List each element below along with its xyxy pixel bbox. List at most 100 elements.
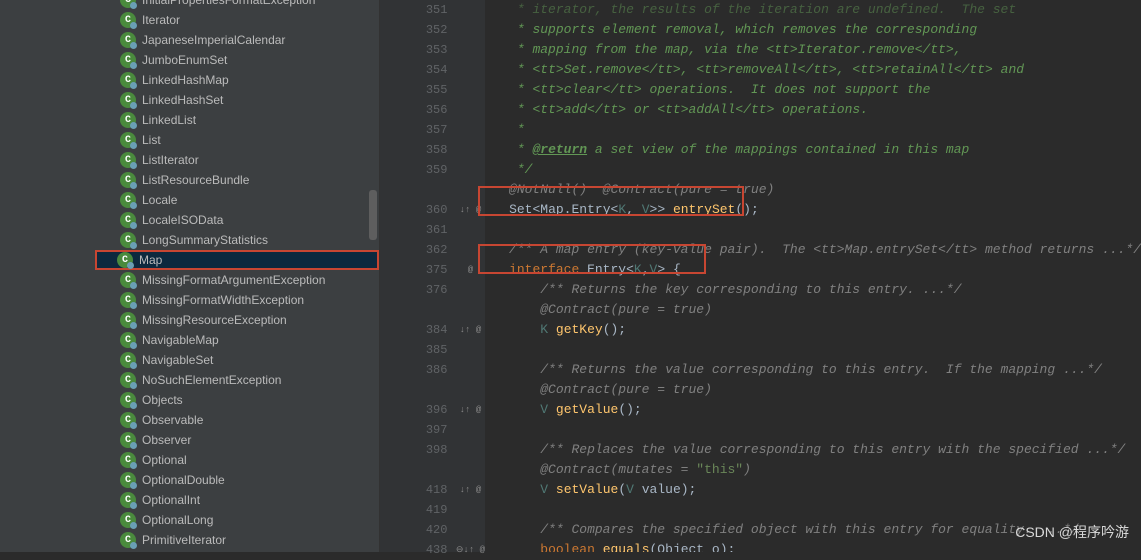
code-line[interactable]: * (493, 120, 1141, 140)
code-line[interactable]: * @return a set view of the mappings con… (493, 140, 1141, 160)
gutter-marker[interactable]: ↓↑ @ (455, 200, 485, 220)
line-number: 358 (380, 140, 447, 160)
code-line[interactable]: * supports element removal, which remove… (493, 20, 1141, 40)
code-line[interactable]: K getKey(); (493, 320, 1141, 340)
line-number: 351 (380, 0, 447, 20)
class-icon: C (120, 512, 136, 528)
tree-item-label: List (142, 133, 161, 147)
code-line[interactable]: V getValue(); (493, 400, 1141, 420)
tree-item-label: Locale (142, 193, 177, 207)
code-editor[interactable]: 3513523533543553563573583593603613623753… (380, 0, 1141, 552)
code-line[interactable]: * <tt>clear</tt> operations. It does not… (493, 80, 1141, 100)
tree-item-optionalint[interactable]: COptionalInt (100, 490, 379, 510)
class-icon: C (120, 412, 136, 428)
code-line[interactable]: */ (493, 160, 1141, 180)
tree-item-optionaldouble[interactable]: COptionalDouble (100, 470, 379, 490)
gutter-marker (455, 220, 485, 240)
tree-item-list[interactable]: C List (100, 130, 379, 150)
tree-item-label: NoSuchElementException (142, 373, 281, 387)
tree-item-map[interactable]: C Map (95, 250, 379, 270)
class-icon: C (120, 212, 136, 228)
code-line[interactable] (493, 340, 1141, 360)
tree-item-label: OptionalLong (142, 513, 213, 527)
line-number (380, 460, 447, 480)
tree-item-label: Objects (142, 393, 183, 407)
project-tree-sidebar[interactable]: CInitialPropertiesFormatExceptionCIterat… (0, 0, 380, 552)
code-line[interactable]: interface Entry<K,V> { (493, 260, 1141, 280)
line-number: 384 (380, 320, 447, 340)
tree-item-localeisodata[interactable]: C LocaleISOData (100, 210, 379, 230)
tree-item-label: Optional (142, 453, 187, 467)
line-number: 396 (380, 400, 447, 420)
tree-item-linkedhashmap[interactable]: CLinkedHashMap (100, 70, 379, 90)
tree-item-label: Map (139, 253, 162, 267)
code-line[interactable]: @Contract(pure = true) (493, 300, 1141, 320)
code-line[interactable] (493, 220, 1141, 240)
code-line[interactable]: * mapping from the map, via the <tt>Iter… (493, 40, 1141, 60)
tree-item-longsummarystatistics[interactable]: CLongSummaryStatistics (100, 230, 379, 250)
line-number (380, 300, 447, 320)
code-line[interactable]: /** Returns the value corresponding to t… (493, 360, 1141, 380)
tree-item-primitiveiterator[interactable]: CPrimitiveIterator (100, 530, 379, 550)
tree-item-missingformatargumentexception[interactable]: CMissingFormatArgumentException (100, 270, 379, 290)
gutter-marker[interactable]: ↓↑ @ (455, 320, 485, 340)
tree-item-linkedlist[interactable]: CLinkedList (100, 110, 379, 130)
tree-item-japaneseimperialcalendar[interactable]: CJapaneseImperialCalendar (100, 30, 379, 50)
tree-item-label: ListIterator (142, 153, 199, 167)
tree-item-missingresourceexception[interactable]: CMissingResourceException (100, 310, 379, 330)
code-line[interactable]: @NotNull() @Contract(pure = true) (493, 180, 1141, 200)
tree-item-optionallong[interactable]: C OptionalLong (100, 510, 379, 530)
code-line[interactable] (493, 500, 1141, 520)
tree-item-objects[interactable]: CObjects (100, 390, 379, 410)
watermark-text: CSDN @程序吟游 (1015, 522, 1129, 542)
code-line[interactable]: * iterator, the results of the iteration… (493, 0, 1141, 20)
code-content[interactable]: * iterator, the results of the iteration… (485, 0, 1141, 552)
line-number: 397 (380, 420, 447, 440)
tree-item-linkedhashset[interactable]: CLinkedHashSet (100, 90, 379, 110)
class-icon: C (120, 152, 136, 168)
tree-item-navigablemap[interactable]: CNavigableMap (100, 330, 379, 350)
code-line[interactable] (493, 420, 1141, 440)
class-icon: C (120, 0, 136, 8)
gutter-marker (455, 40, 485, 60)
code-line[interactable]: * <tt>Set.remove</tt>, <tt>removeAll</tt… (493, 60, 1141, 80)
code-line[interactable]: @Contract(mutates = "this") (493, 460, 1141, 480)
tree-item-initialpropertiesformatexception[interactable]: CInitialPropertiesFormatException (100, 0, 379, 10)
gutter-marker (455, 20, 485, 40)
code-line[interactable]: /** Returns the key corresponding to thi… (493, 280, 1141, 300)
tree-item-locale[interactable]: CLocale (100, 190, 379, 210)
class-icon: C (120, 132, 136, 148)
class-icon: C (117, 252, 133, 268)
tree-item-missingformatwidthexception[interactable]: CMissingFormatWidthException (100, 290, 379, 310)
code-line[interactable]: @Contract(pure = true) (493, 380, 1141, 400)
code-line[interactable]: * <tt>add</tt> or <tt>addAll</tt> operat… (493, 100, 1141, 120)
gutter-marker[interactable]: ↓↑ @ (455, 480, 485, 500)
tree-item-listresourcebundle[interactable]: CListResourceBundle (100, 170, 379, 190)
sidebar-scrollbar[interactable] (369, 190, 377, 240)
class-icon: C (120, 272, 136, 288)
tree-item-observable[interactable]: CObservable (100, 410, 379, 430)
tree-item-label: LinkedList (142, 113, 196, 127)
tree-item-listiterator[interactable]: C ListIterator (100, 150, 379, 170)
tree-item-navigableset[interactable]: CNavigableSet (100, 350, 379, 370)
code-line[interactable]: /** Replaces the value corresponding to … (493, 440, 1141, 460)
tree-item-nosuchelementexception[interactable]: CNoSuchElementException (100, 370, 379, 390)
line-number: 356 (380, 100, 447, 120)
tree-item-label: MissingFormatWidthException (142, 293, 304, 307)
code-line[interactable]: V setValue(V value); (493, 480, 1141, 500)
tree-item-label: LocaleISOData (142, 213, 223, 227)
tree-item-iterator[interactable]: CIterator (100, 10, 379, 30)
gutter-marker (455, 180, 485, 200)
code-line[interactable]: /** A map entry (key-value pair). The <t… (493, 240, 1141, 260)
gutter-icons[interactable]: ↓↑ @@↓↑ @↓↑ @↓↑ @⊖↓↑ @ (455, 0, 485, 552)
tree-item-observer[interactable]: CObserver (100, 430, 379, 450)
code-line[interactable]: Set<Map.Entry<K, V>> entrySet(); (493, 200, 1141, 220)
tree-item-jumboenumset[interactable]: CJumboEnumSet (100, 50, 379, 70)
gutter-marker (455, 60, 485, 80)
class-icon: C (120, 52, 136, 68)
gutter-marker[interactable]: ↓↑ @ (455, 400, 485, 420)
gutter-marker[interactable]: @ (455, 260, 485, 280)
tree-item-optional[interactable]: COptional (100, 450, 379, 470)
class-icon: C (120, 232, 136, 248)
gutter-marker[interactable]: ⊖↓↑ @ (455, 540, 485, 560)
